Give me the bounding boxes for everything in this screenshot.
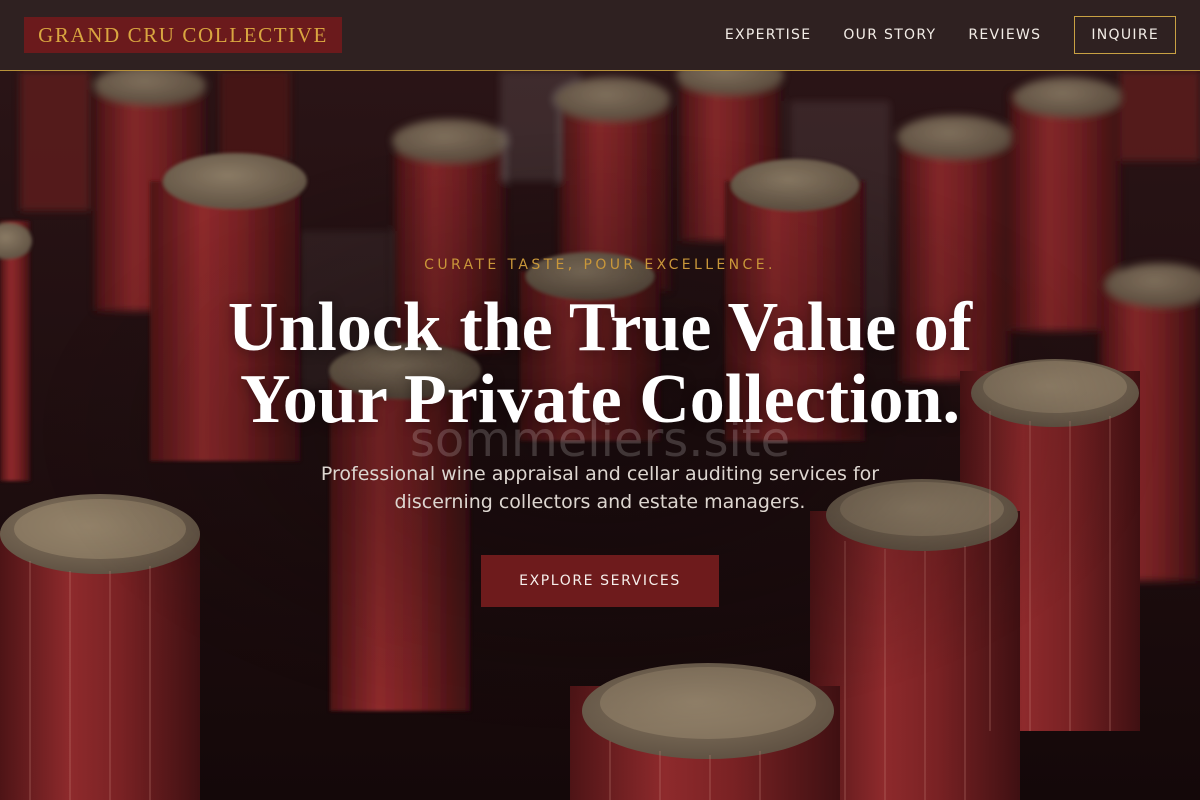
nav-link-our-story[interactable]: OUR STORY: [843, 27, 936, 43]
nav-link-expertise[interactable]: EXPERTISE: [725, 27, 812, 43]
hero-eyebrow: CURATE TASTE, POUR EXCELLENCE.: [424, 257, 776, 273]
hero-headline: Unlock the True Value of Your Private Co…: [150, 292, 1050, 436]
hero-subtitle: Professional wine appraisal and cellar a…: [270, 460, 930, 516]
hero-headline-line-2: Your Private Collection.: [240, 361, 960, 438]
hero-subtitle-line-1: Professional wine appraisal and cellar a…: [320, 463, 880, 485]
inquire-button[interactable]: INQUIRE: [1074, 16, 1176, 54]
nav-link-reviews[interactable]: REVIEWS: [968, 27, 1041, 43]
hero-headline-line-1: Unlock the True Value of: [227, 289, 973, 366]
site-header: GRAND CRU COLLECTIVE EXPERTISE OUR STORY…: [0, 0, 1200, 71]
hero-subtitle-line-2: discerning collectors and estate manager…: [394, 491, 806, 513]
explore-services-button[interactable]: EXPLORE SERVICES: [481, 555, 719, 607]
brand-logo[interactable]: GRAND CRU COLLECTIVE: [24, 17, 342, 53]
main-nav: EXPERTISE OUR STORY REVIEWS INQUIRE: [693, 16, 1176, 54]
